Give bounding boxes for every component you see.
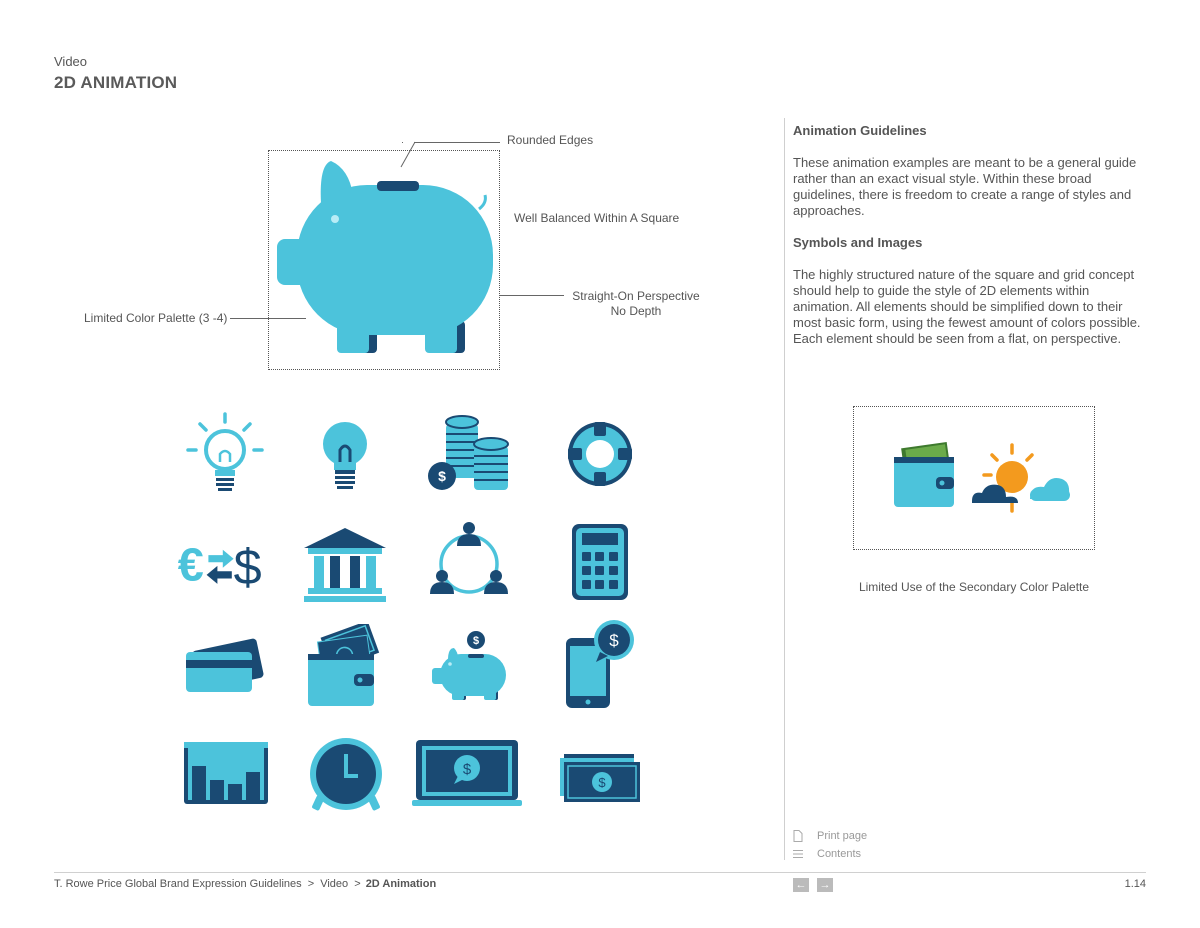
callout-leader-line [500, 295, 564, 296]
callout-rounded-edges: Rounded Edges [507, 133, 594, 147]
list-icon [793, 850, 803, 858]
callout-straight-on-line2: No Depth [610, 304, 662, 318]
svg-text:€: € [178, 538, 204, 590]
piggy-illustration-frame [268, 150, 500, 370]
phone-dollar-icon: $ [566, 620, 634, 708]
bar-chart-icon [184, 742, 268, 804]
breadcrumb-separator: > [307, 878, 315, 890]
network-people-icon [430, 522, 508, 594]
breadcrumb-current: 2D Animation [365, 878, 437, 890]
lightbulb-outline-icon [186, 412, 264, 491]
callout-leader-line [414, 142, 500, 143]
alarm-clock-icon [310, 738, 382, 811]
page-number: 1.14 [1124, 878, 1146, 890]
breadcrumb-video[interactable]: Video [320, 878, 348, 890]
laptop-dollar-icon: $ [412, 740, 522, 806]
weather-icon [972, 443, 1070, 513]
print-page-label: Print page [817, 830, 868, 842]
life-ring-icon [568, 422, 632, 486]
callout-limited-palette: Limited Color Palette (3 -4) [84, 311, 228, 325]
wallet-icon [894, 442, 954, 507]
callout-straight-on-line1: Straight-On Perspective [572, 289, 700, 303]
lightbulb-icon [323, 422, 367, 489]
secondary-palette-frame [853, 406, 1095, 550]
prev-page-button[interactable]: ← [793, 878, 809, 892]
arrow-left-icon: ← [795, 879, 807, 891]
secondary-palette-illustration [894, 442, 1070, 513]
piggy-bank-coin-icon: $ [432, 631, 506, 700]
guidelines-heading: Animation Guidelines [793, 123, 927, 138]
svg-text:$: $ [609, 631, 619, 650]
bank-icon [304, 528, 386, 602]
guidelines-section: Animation Guidelines These animation exa… [793, 123, 1145, 347]
footer-divider [54, 872, 1146, 873]
breadcrumb-separator: > [354, 878, 361, 890]
page-icon [793, 830, 803, 842]
svg-text:$: $ [473, 635, 479, 647]
svg-text:$: $ [438, 468, 446, 484]
svg-text:$: $ [598, 775, 606, 790]
secondary-palette-caption: Limited Use of the Secondary Color Palet… [858, 580, 1090, 594]
next-page-button[interactable]: → [817, 878, 833, 892]
breadcrumb: T. Rowe Price Global Brand Expression Gu… [54, 878, 436, 890]
piggy-bank-large-icon [277, 161, 493, 353]
symbols-heading: Symbols and Images [793, 235, 923, 250]
credit-cards-icon [186, 638, 264, 692]
callout-well-balanced: Well Balanced Within A Square [514, 211, 680, 225]
section-label: Video [54, 54, 88, 69]
guidelines-body: These animation examples are meant to be… [793, 155, 1137, 218]
coin-stacks-icon: $ [428, 415, 509, 490]
callout-leader-line [400, 141, 416, 168]
calculator-icon [572, 524, 628, 600]
svg-text:$: $ [234, 538, 262, 595]
arrow-right-icon: → [819, 879, 831, 891]
symbols-body: The highly structured nature of the squa… [793, 267, 1141, 346]
contents-link[interactable]: Contents [793, 848, 861, 860]
print-page-link[interactable]: Print page [793, 830, 867, 842]
breadcrumb-root[interactable]: T. Rowe Price Global Brand Expression Gu… [54, 878, 302, 890]
callout-leader-line [230, 318, 306, 319]
svg-text:$: $ [463, 761, 472, 778]
page-title: 2D ANIMATION [54, 73, 178, 92]
contents-label: Contents [817, 848, 862, 860]
banknotes-icon: $ [560, 754, 640, 802]
currency-exchange-icon: € $ [178, 538, 262, 595]
column-divider [784, 118, 785, 860]
callout-straight-on: Straight-On Perspective No Depth [560, 289, 712, 319]
wallet-cash-icon [308, 624, 380, 706]
